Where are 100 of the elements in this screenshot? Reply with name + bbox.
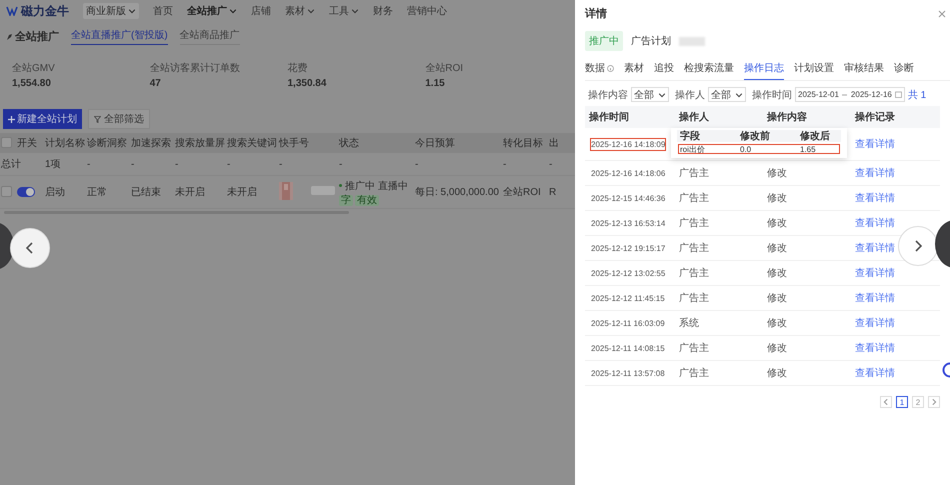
detail-tab[interactable]: 审核结果: [844, 61, 884, 80]
operator-cell-text: 广告主: [679, 166, 709, 180]
view-details-link[interactable]: 查看详情: [855, 341, 895, 355]
table-cell: -: [338, 153, 414, 176]
time-cell-text: 2025-12-13 16:53:14: [590, 218, 666, 230]
time-cell-text: 2025-12-12 11:45:15: [590, 292, 666, 304]
detail-tab[interactable]: 诊断: [894, 61, 914, 80]
content-cell-text: 修改: [767, 292, 787, 305]
time-cell-text: 2025-12-11 14:08:15: [590, 342, 666, 354]
view-details-link[interactable]: 查看详情: [855, 216, 895, 230]
stat-label: 花费: [288, 62, 308, 75]
account-dropdown[interactable]: 商业新版: [83, 3, 139, 19]
table-cell: -: [414, 153, 502, 176]
content-cell-text: 修改: [767, 367, 787, 380]
field-name: roi出价: [680, 144, 706, 154]
content-cell-text: 修改: [767, 342, 787, 355]
page-button[interactable]: 1: [896, 396, 908, 408]
plus-icon: [8, 116, 15, 122]
view-details-link[interactable]: 查看详情: [855, 366, 895, 380]
prev-page-button[interactable]: [880, 396, 892, 408]
table-cell: -: [278, 153, 310, 176]
table-cell: -: [502, 153, 548, 176]
stat-value: 1,350.84: [288, 78, 328, 89]
plan-label: 广告计划: [631, 34, 671, 48]
filter-label: 操作人: [675, 88, 705, 102]
live-status: 直播中: [378, 180, 408, 192]
stat-value: 1,554.80: [12, 78, 52, 89]
create-plan-button[interactable]: 新建全站计划: [3, 109, 82, 129]
detail-tab[interactable]: 数据: [585, 61, 614, 80]
table-cell: -: [130, 153, 174, 176]
filter-button[interactable]: 全部筛选: [88, 109, 150, 129]
plan-toggle[interactable]: [17, 186, 35, 197]
status-tag: 推广中: [585, 31, 623, 51]
logo-text: 磁力金牛: [21, 2, 69, 20]
total-count: 1项: [44, 153, 86, 176]
content-cell-text: 修改: [767, 267, 787, 280]
nav-item[interactable]: 财务: [373, 4, 393, 18]
column-header: 操作内容: [763, 106, 851, 128]
operator-cell-text: 广告主: [679, 292, 709, 305]
detail-tab[interactable]: 操作日志: [744, 61, 784, 80]
content-cell-text: 修改: [767, 242, 787, 255]
popover-header: 修改后: [797, 130, 841, 142]
page-tab[interactable]: 全站商品推广: [180, 28, 240, 45]
drawer-title: 详情: [585, 6, 607, 21]
caret-icon: [658, 90, 666, 98]
operator-select[interactable]: 全部: [708, 87, 746, 102]
view-details-link[interactable]: 查看详情: [855, 316, 895, 330]
nav-item[interactable]: 营销中心: [407, 4, 447, 18]
nav-item[interactable]: 全站推广: [187, 4, 237, 18]
column-header: 快手号: [278, 133, 310, 153]
content-cell-text: 修改: [767, 167, 787, 180]
detail-tab[interactable]: 计划设置: [794, 61, 834, 80]
next-page-button[interactable]: [928, 396, 940, 408]
close-icon[interactable]: [938, 10, 946, 18]
column-header: 转化目标: [502, 133, 548, 153]
table-cell: 未开启: [174, 176, 226, 208]
date-range-field[interactable]: 2025-12-01 2025-12-16: [795, 87, 905, 102]
detail-tab[interactable]: 检搜索流量: [684, 61, 734, 80]
page-tab[interactable]: 全站直播推广(智投版): [71, 28, 168, 45]
status-tag: 有效: [355, 194, 379, 206]
operator-cell-text: 广告主: [679, 216, 709, 230]
blurred-plan-name: [679, 36, 705, 46]
table-cell: 每日: 5,000,000.00: [414, 176, 502, 208]
content-select[interactable]: 全部: [631, 87, 669, 102]
stat-value: 1.15: [425, 78, 446, 89]
operator-cell-text: 广告主: [679, 342, 709, 355]
table-cell: 未开启: [226, 176, 278, 208]
detail-tab[interactable]: 素材: [624, 61, 644, 80]
operator-cell-text: 广告主: [679, 192, 709, 205]
operator-cell-text: 系统: [679, 316, 699, 330]
column-header: 搜索放量屏: [174, 133, 226, 153]
filter-label: 操作内容: [588, 88, 628, 102]
row-checkbox[interactable]: [1, 186, 12, 198]
view-details-link[interactable]: 查看详情: [855, 291, 895, 305]
total-label: 总计: [0, 153, 44, 176]
table-cell: 正常: [86, 176, 130, 208]
nav-item[interactable]: 首页: [153, 4, 173, 18]
column-header: 出: [548, 133, 575, 153]
blurred-name: [311, 186, 335, 195]
caret-icon: [735, 90, 743, 98]
caret-icon: [128, 7, 136, 15]
content-cell-text: 修改: [767, 217, 787, 230]
detail-tab[interactable]: 追投: [654, 61, 674, 80]
nav-item[interactable]: 工具: [329, 4, 359, 18]
view-details-link[interactable]: 查看详情: [855, 191, 895, 205]
table-cell: 全站ROI: [502, 176, 548, 208]
nav-item[interactable]: 店铺: [251, 4, 271, 18]
view-details-link[interactable]: 查看详情: [855, 137, 895, 151]
select-all-checkbox[interactable]: [1, 137, 12, 148]
stat-value: 47: [150, 78, 162, 89]
view-details-link[interactable]: 查看详情: [855, 166, 895, 180]
table-cell: 已结束: [130, 176, 174, 208]
view-details-link[interactable]: 查看详情: [855, 266, 895, 280]
table-cell: -: [226, 153, 278, 176]
filter-label: 操作时间: [752, 88, 792, 102]
total-count: 共 1: [908, 88, 926, 102]
nav-item[interactable]: 素材: [285, 4, 315, 18]
page-button[interactable]: 2: [912, 396, 924, 408]
view-details-link[interactable]: 查看详情: [855, 241, 895, 255]
stat-label: 全站访客累计订单数: [150, 62, 241, 75]
